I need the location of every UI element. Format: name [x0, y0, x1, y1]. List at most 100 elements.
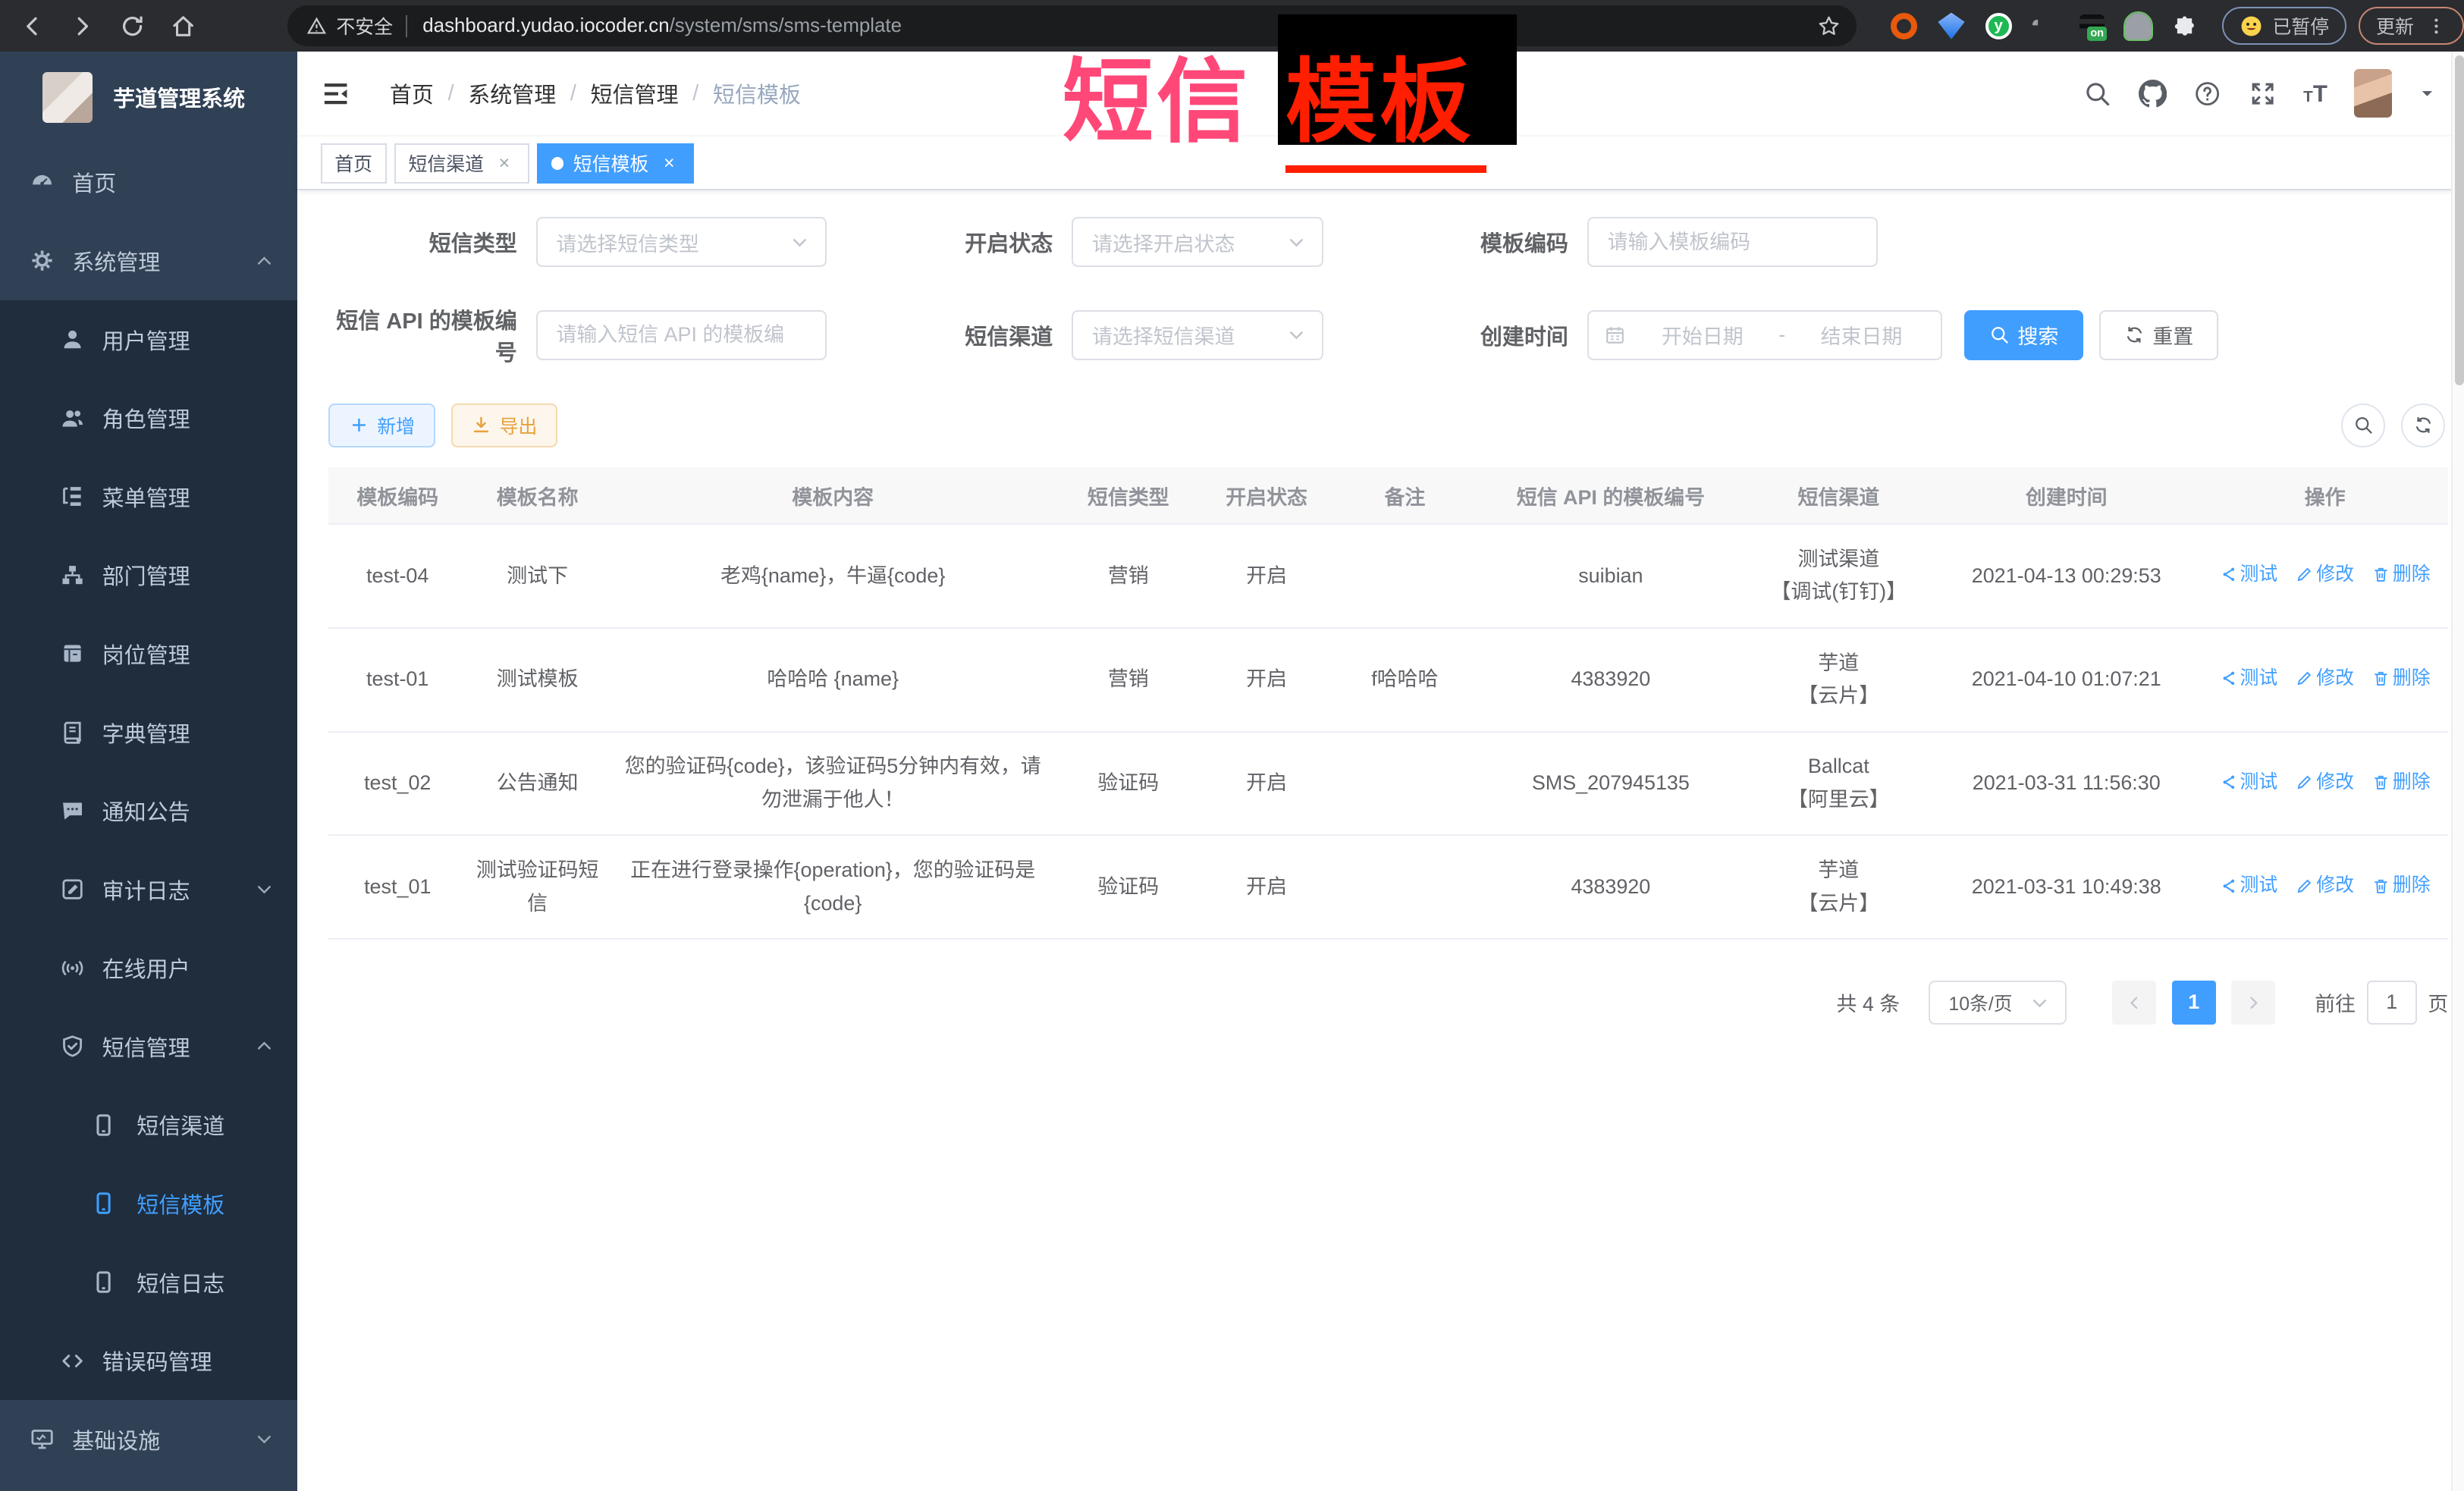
- sidebar-item-notice[interactable]: 通知公告: [0, 771, 297, 850]
- tab-close-icon[interactable]: ×: [658, 152, 680, 174]
- api-template-id-input[interactable]: [538, 312, 825, 359]
- reset-button[interactable]: 重置: [2099, 310, 2218, 360]
- row-action-edit[interactable]: 修改: [2296, 766, 2354, 799]
- sidebar-item-sms-log[interactable]: 短信日志: [0, 1243, 297, 1322]
- extension-icon-grid[interactable]: [2032, 20, 2045, 33]
- extension-icon-gem[interactable]: [1938, 13, 1964, 39]
- row-action-delete[interactable]: 删除: [2372, 869, 2431, 902]
- help-icon[interactable]: [2193, 80, 2221, 108]
- row-action-edit[interactable]: 修改: [2296, 869, 2354, 902]
- add-button[interactable]: 新增: [328, 403, 435, 447]
- browser-home-icon[interactable]: [170, 13, 196, 39]
- channel-select[interactable]: 请选择短信渠道: [1072, 310, 1323, 360]
- code-icon: [60, 1348, 85, 1373]
- sidebar-item-menu-mgmt[interactable]: 菜单管理: [0, 457, 297, 536]
- breadcrumb-current: 短信模板: [713, 77, 801, 109]
- breadcrumb-item[interactable]: 首页: [390, 77, 434, 109]
- breadcrumb-item[interactable]: 短信管理: [591, 77, 679, 109]
- page-size-value: 10条/页: [1948, 989, 2012, 1016]
- sidebar-item-dict-mgmt[interactable]: 字典管理: [0, 693, 297, 772]
- sidebar-item-system-mgmt[interactable]: 系统管理: [0, 221, 297, 300]
- sidebar-item-online-users[interactable]: 在线用户: [0, 928, 297, 1007]
- sidebar-item-role-mgmt[interactable]: 角色管理: [0, 378, 297, 457]
- avatar-caret-down-icon[interactable]: [2418, 85, 2436, 102]
- sidebar-item-sms-template[interactable]: 短信模板: [0, 1164, 297, 1243]
- sidebar-item-label: 短信管理: [102, 1031, 190, 1063]
- sidebar-item-post-mgmt[interactable]: 岗位管理: [0, 614, 297, 693]
- forward-icon[interactable]: [69, 13, 96, 39]
- sidebar-item-label: 角色管理: [102, 402, 190, 434]
- page-size-select[interactable]: 10条/页: [1929, 981, 2067, 1025]
- row-action-test[interactable]: 测试: [2220, 558, 2278, 592]
- tab-sms-template[interactable]: 短信模板×: [537, 143, 694, 184]
- scrollbar-thumb[interactable]: [2455, 55, 2464, 385]
- row-action-delete[interactable]: 删除: [2372, 766, 2431, 799]
- row-action-test[interactable]: 测试: [2220, 662, 2278, 695]
- extensions-puzzle-icon[interactable]: [2172, 14, 2197, 39]
- end-date-placeholder[interactable]: 结束日期: [1798, 320, 1926, 350]
- filter-label: 短信渠道: [839, 319, 1072, 351]
- export-button[interactable]: 导出: [451, 403, 558, 447]
- row-action-edit[interactable]: 修改: [2296, 558, 2354, 592]
- next-page-button[interactable]: [2231, 981, 2275, 1025]
- sms-template-table: 模板编码 模板名称 模板内容 短信类型 开启状态 备注 短信 API 的模板编号…: [328, 467, 2448, 940]
- page-scrollbar[interactable]: [2451, 52, 2464, 1491]
- status-select[interactable]: 请选择开启状态: [1072, 217, 1323, 267]
- app-logo[interactable]: 芋道管理系统: [0, 52, 297, 143]
- sidebar-item-home[interactable]: 首页: [0, 143, 297, 222]
- sidebar-item-sms-mgmt[interactable]: 短信管理: [0, 1007, 297, 1086]
- extension-icon-orange[interactable]: [1891, 13, 1917, 39]
- font-size-icon[interactable]: TT: [2303, 82, 2327, 105]
- sidebar-item-infrastructure[interactable]: 基础设施: [0, 1400, 297, 1479]
- sidebar-item-user-mgmt[interactable]: 用户管理: [0, 300, 297, 379]
- breadcrumb-item[interactable]: 系统管理: [468, 77, 556, 109]
- user-avatar[interactable]: [2354, 69, 2392, 118]
- refresh-table-button[interactable]: [2401, 403, 2445, 447]
- sidebar-item-label: 部门管理: [102, 559, 190, 591]
- sidebar-item-audit-log[interactable]: 审计日志: [0, 850, 297, 929]
- search-button[interactable]: 搜索: [1964, 310, 2083, 360]
- extension-icon-green-y[interactable]: y: [1985, 13, 2012, 39]
- filter-label: 开启状态: [839, 226, 1072, 258]
- not-secure-warning-icon[interactable]: [306, 16, 327, 36]
- browser-menu-dots-icon[interactable]: [2426, 16, 2447, 36]
- fullscreen-icon[interactable]: [2249, 80, 2277, 108]
- cell-created: 2021-03-31 11:56:30: [1932, 732, 2202, 836]
- row-action-delete[interactable]: 删除: [2372, 662, 2431, 695]
- sidebar-item-dept-mgmt[interactable]: 部门管理: [0, 536, 297, 615]
- start-date-placeholder[interactable]: 开始日期: [1639, 320, 1766, 350]
- sms-type-select[interactable]: 请选择短信类型: [536, 217, 827, 267]
- filter-status: 开启状态 请选择开启状态: [839, 217, 1323, 267]
- filter-label: 短信 API 的模板编号: [328, 303, 536, 367]
- tab-home[interactable]: 首页: [321, 143, 387, 184]
- bookmark-star-icon[interactable]: [1817, 14, 1841, 38]
- current-page-button[interactable]: 1: [2172, 981, 2216, 1025]
- not-secure-label[interactable]: 不安全: [336, 12, 393, 39]
- date-range-picker[interactable]: 开始日期 - 结束日期: [1587, 310, 1942, 360]
- browser-update-button[interactable]: 更新: [2359, 7, 2464, 45]
- row-action-edit[interactable]: 修改: [2296, 662, 2354, 695]
- sidebar-item-error-code-mgmt[interactable]: 错误码管理: [0, 1321, 297, 1400]
- goto-page-input[interactable]: [2367, 981, 2417, 1025]
- tab-sms-channel[interactable]: 短信渠道×: [394, 143, 529, 184]
- sidebar-item-sms-channel[interactable]: 短信渠道: [0, 1086, 297, 1165]
- search-icon[interactable]: [2083, 80, 2111, 108]
- show-search-button[interactable]: [2341, 403, 2385, 447]
- sidebar-collapse-icon[interactable]: [321, 79, 350, 108]
- extension-icon-switch-on[interactable]: on: [2079, 14, 2105, 33]
- cell-remark: [1334, 732, 1475, 836]
- row-action-test[interactable]: 测试: [2220, 766, 2278, 799]
- debug-paused-badge[interactable]: 已暂停: [2222, 7, 2346, 45]
- row-action-delete[interactable]: 删除: [2372, 558, 2431, 592]
- tab-close-icon[interactable]: ×: [493, 152, 515, 174]
- prev-page-button[interactable]: [2112, 981, 2156, 1025]
- extension-icon-person[interactable]: [2125, 13, 2152, 39]
- back-icon[interactable]: [19, 13, 46, 39]
- reload-icon[interactable]: [119, 13, 146, 39]
- chevron-right-icon: [2245, 994, 2262, 1012]
- filter-api-template-id: 短信 API 的模板编号: [328, 303, 827, 367]
- github-icon[interactable]: [2139, 80, 2167, 108]
- row-action-test[interactable]: 测试: [2220, 869, 2278, 902]
- chevron-up-icon: [255, 1037, 274, 1056]
- template-code-input[interactable]: [1589, 218, 1876, 265]
